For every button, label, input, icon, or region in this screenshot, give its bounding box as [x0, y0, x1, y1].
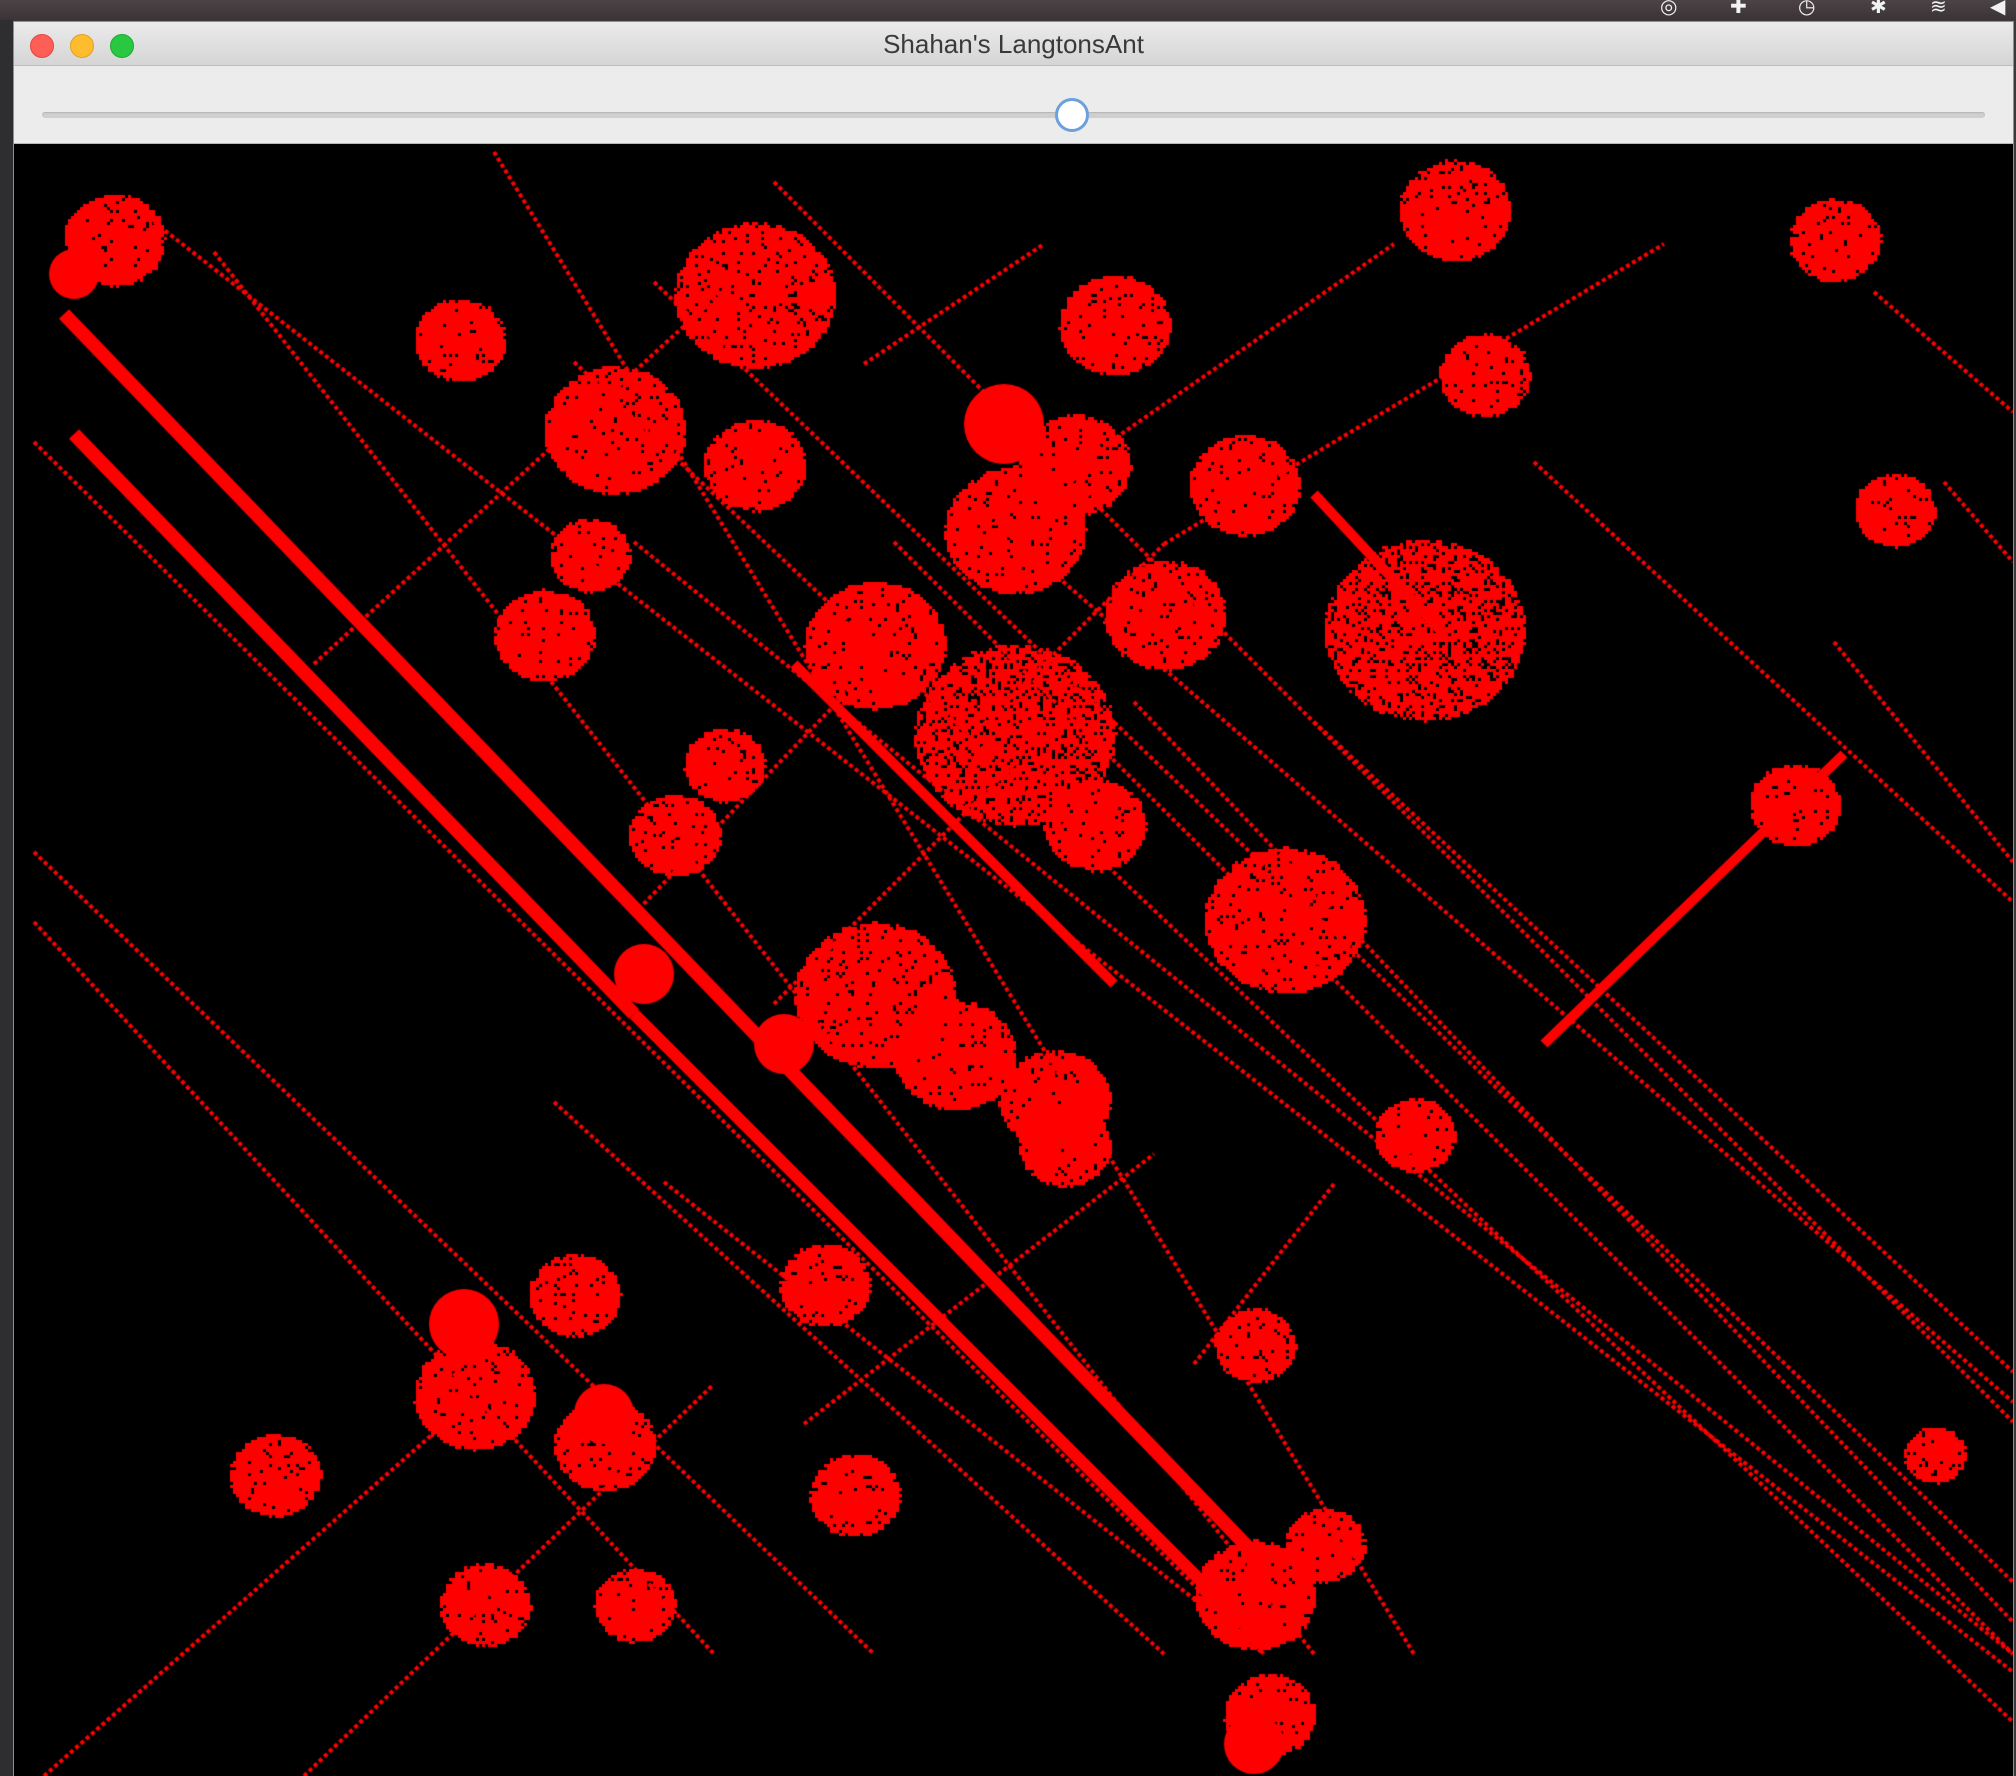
title-bar[interactable]: Shahan's LangtonsAnt — [14, 22, 2013, 66]
volume-icon[interactable]: ◀ — [1990, 0, 2005, 20]
creative-cloud-icon[interactable]: ◎ — [1660, 0, 1677, 20]
speed-slider[interactable] — [42, 98, 1985, 132]
background-app-window: re le le o t er ah ir ah lF ah ah ng e h — [0, 20, 14, 1776]
time-machine-icon[interactable]: ◷ — [1798, 0, 1815, 20]
window-title: Shahan's LangtonsAnt — [883, 29, 1144, 59]
wifi-icon[interactable]: ≋ — [1930, 0, 1947, 20]
speed-slider-thumb[interactable] — [1054, 98, 1089, 132]
app-window: Shahan's LangtonsAnt — [14, 22, 2013, 1776]
bluetooth-icon[interactable]: ✱ — [1870, 0, 1887, 20]
speed-toolbar — [14, 66, 2013, 144]
ant-canvas[interactable] — [14, 144, 2013, 1776]
plus-icon[interactable]: ✚ — [1730, 0, 1747, 20]
ant-grid[interactable] — [14, 144, 2013, 1776]
menu-bar: ◎ ✚ ◷ ✱ ≋ ◀ — [0, 0, 2016, 20]
